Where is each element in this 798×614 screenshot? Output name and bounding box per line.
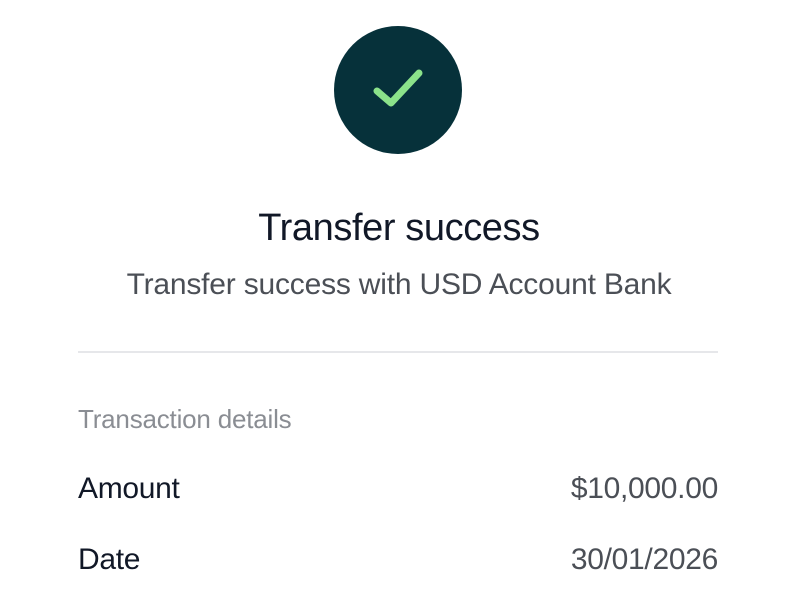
date-label: Date xyxy=(78,543,141,576)
success-badge xyxy=(334,26,462,154)
page-title: Transfer success xyxy=(258,207,540,249)
section-divider xyxy=(78,351,718,353)
detail-row-date: Date 30/01/2026 xyxy=(78,540,718,580)
page-subtitle: Transfer success with USD Account Bank xyxy=(126,268,672,301)
detail-row-amount: Amount $10,000.00 xyxy=(78,469,718,509)
check-icon xyxy=(373,69,423,107)
date-value: 30/01/2026 xyxy=(570,543,718,576)
amount-label: Amount xyxy=(78,472,180,505)
transfer-success-screen: Transfer success Transfer success with U… xyxy=(0,0,798,614)
transaction-details-label: Transaction details xyxy=(78,404,292,434)
amount-value: $10,000.00 xyxy=(570,472,718,505)
